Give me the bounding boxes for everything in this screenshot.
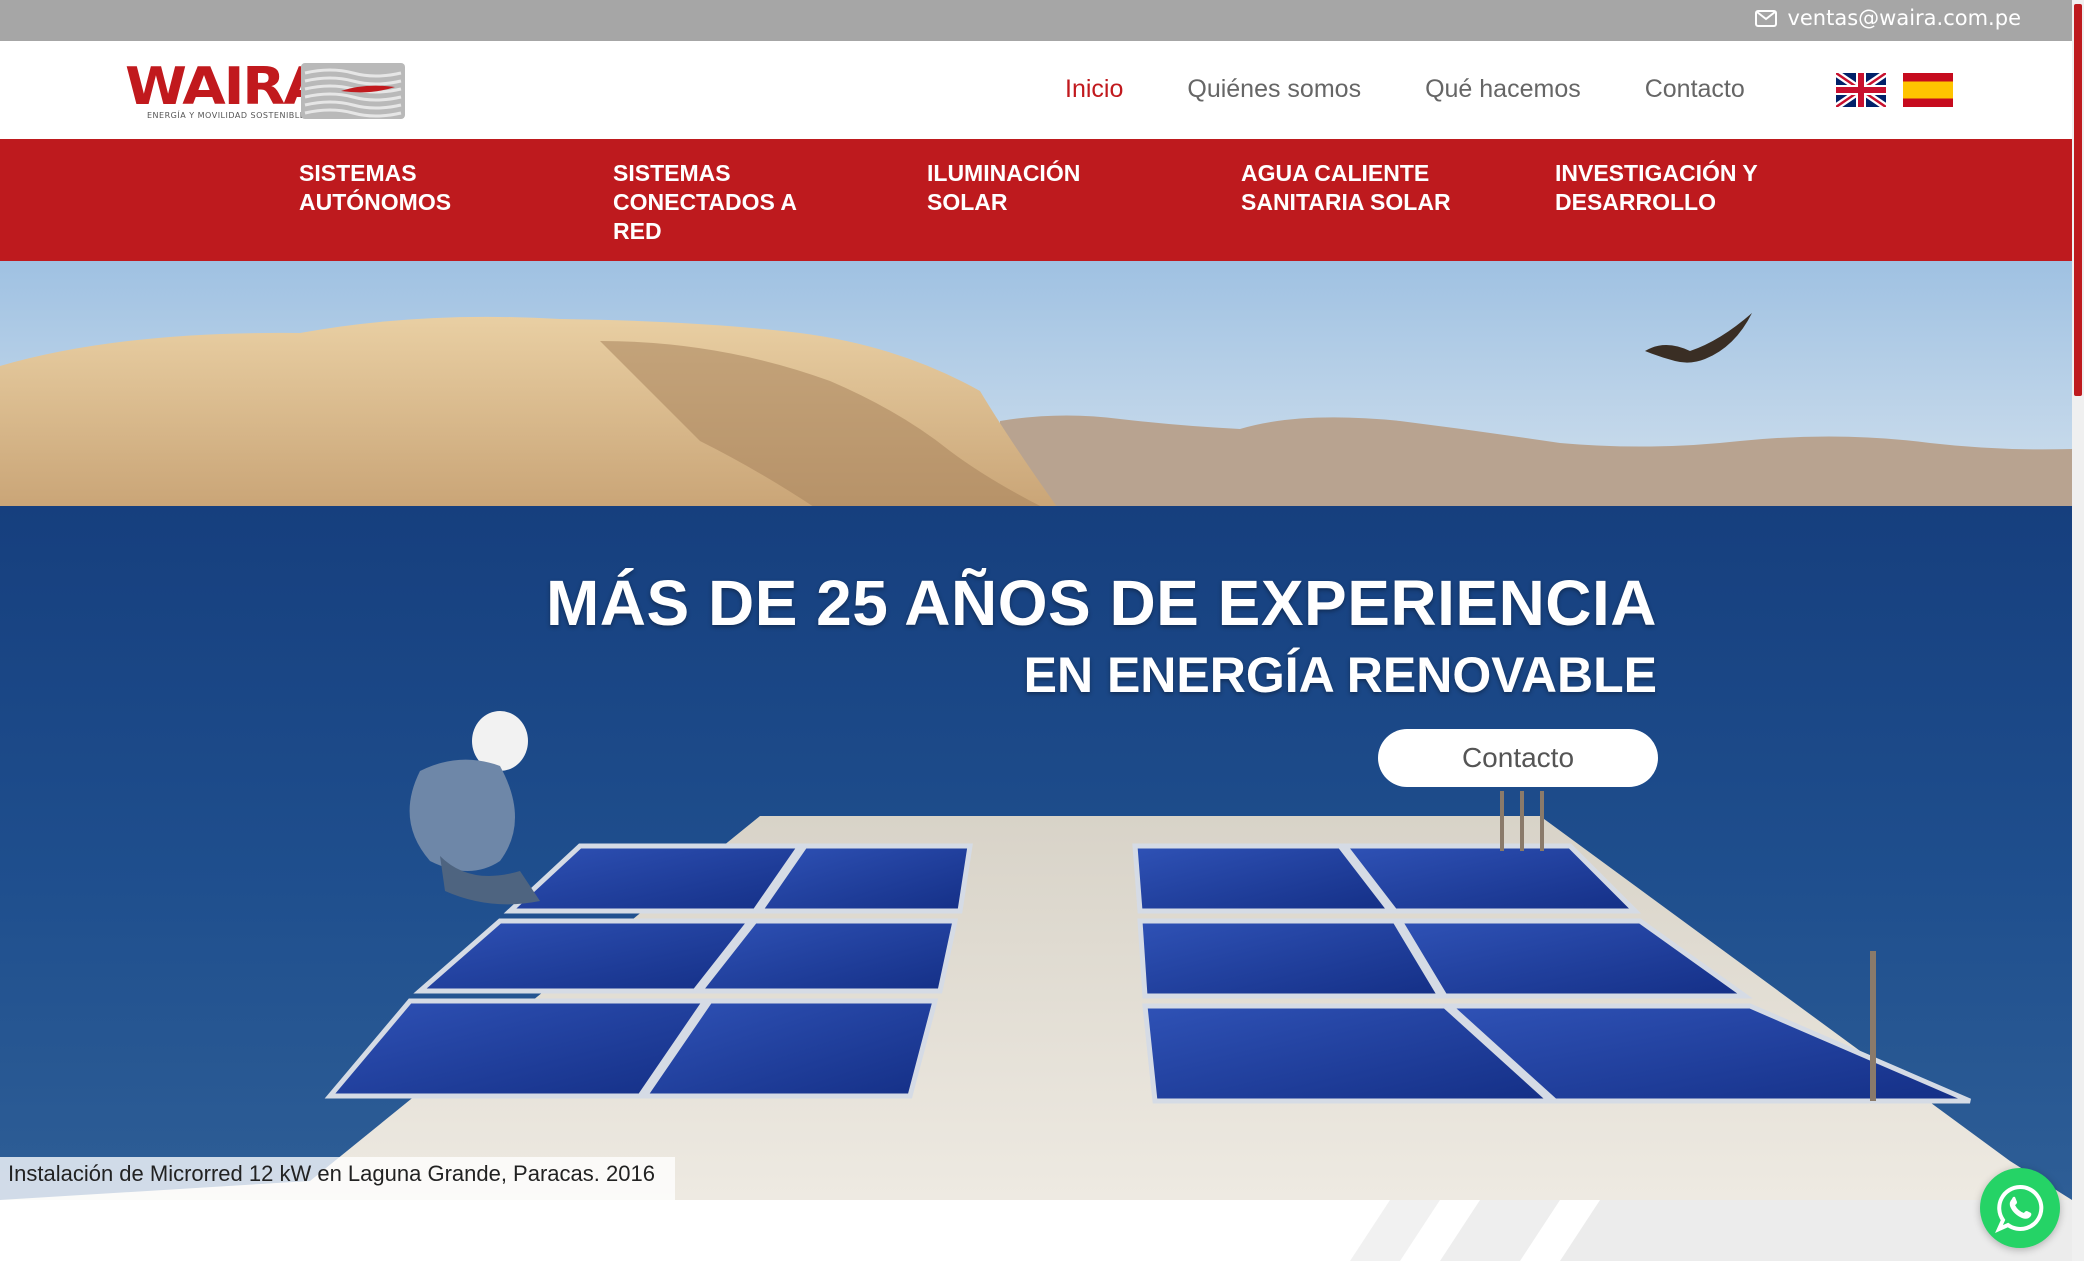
- photo-caption: Instalación de Microrred 12 kW en Laguna…: [0, 1157, 675, 1200]
- category-sistemas-autonomos[interactable]: Sistemas autónomos: [299, 159, 489, 217]
- scrollbar-thumb[interactable]: [2074, 4, 2082, 396]
- whatsapp-button[interactable]: [1980, 1168, 2060, 1248]
- hero-contact-button[interactable]: Contacto: [1378, 729, 1658, 787]
- whatsapp-icon: [1995, 1184, 2044, 1233]
- top-utility-bar: ventas@waira.com.pe: [0, 0, 2072, 41]
- category-bar: Sistemas autónomos Sistemas conectados a…: [0, 139, 2072, 261]
- hero-background-image: [0, 261, 2072, 1200]
- logo-tagline: ENERGÍA Y MOVILIDAD SOSTENIBLE: [147, 111, 306, 120]
- divider-decoration: [1350, 1200, 2072, 1261]
- uk-flag-icon[interactable]: [1836, 73, 1886, 107]
- contact-email-text: ventas@waira.com.pe: [1787, 6, 2021, 30]
- language-switcher: [1836, 73, 1953, 107]
- nav-que-hacemos[interactable]: Qué hacemos: [1425, 75, 1581, 104]
- envelope-icon: [1755, 9, 1778, 27]
- category-investigacion-desarrollo[interactable]: Investigación y desarrollo: [1555, 159, 1795, 217]
- category-iluminacion-solar[interactable]: Iluminación solar: [927, 159, 1117, 217]
- hero-title: MÁS DE 25 AÑOS DE EXPERIENCIA: [545, 567, 1657, 639]
- category-sistemas-conectados-red[interactable]: Sistemas conectados a red: [613, 159, 823, 246]
- logo-wordmark: WAIRA: [125, 57, 327, 117]
- spain-flag-icon[interactable]: [1903, 73, 1953, 107]
- nav-contacto[interactable]: Contacto: [1645, 75, 1745, 104]
- nav-inicio[interactable]: Inicio: [1065, 75, 1123, 104]
- section-divider: [0, 1200, 2072, 1261]
- logo-waves-icon: [301, 63, 405, 119]
- hero-banner: MÁS DE 25 AÑOS DE EXPERIENCIA EN ENERGÍA…: [0, 261, 2072, 1200]
- nav-quienes-somos[interactable]: Quiénes somos: [1187, 75, 1361, 104]
- page-scrollbar[interactable]: [2072, 0, 2084, 1261]
- waira-logo[interactable]: WAIRA ENERGÍA Y MOVILIDAD SOSTENIBLE: [125, 61, 405, 123]
- main-navigation: Inicio Quiénes somos Qué hacemos Contact…: [1065, 75, 1809, 104]
- category-agua-caliente-sanitaria[interactable]: Agua caliente sanitaria solar: [1241, 159, 1481, 217]
- contact-email-link[interactable]: ventas@waira.com.pe: [1755, 6, 2021, 30]
- hero-subtitle: EN ENERGÍA RENOVABLE: [1023, 647, 1657, 703]
- site-header: WAIRA ENERGÍA Y MOVILIDAD SOSTENIBLE Ini…: [0, 41, 2072, 139]
